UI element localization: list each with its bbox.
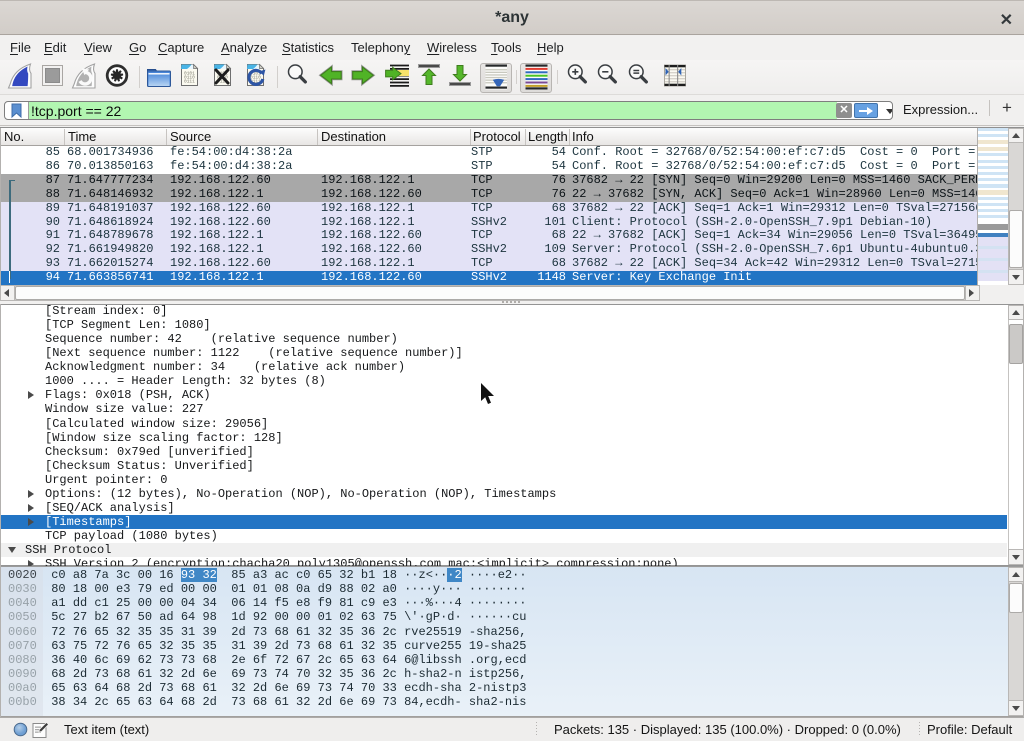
svg-text:0111: 0111 xyxy=(184,79,195,85)
